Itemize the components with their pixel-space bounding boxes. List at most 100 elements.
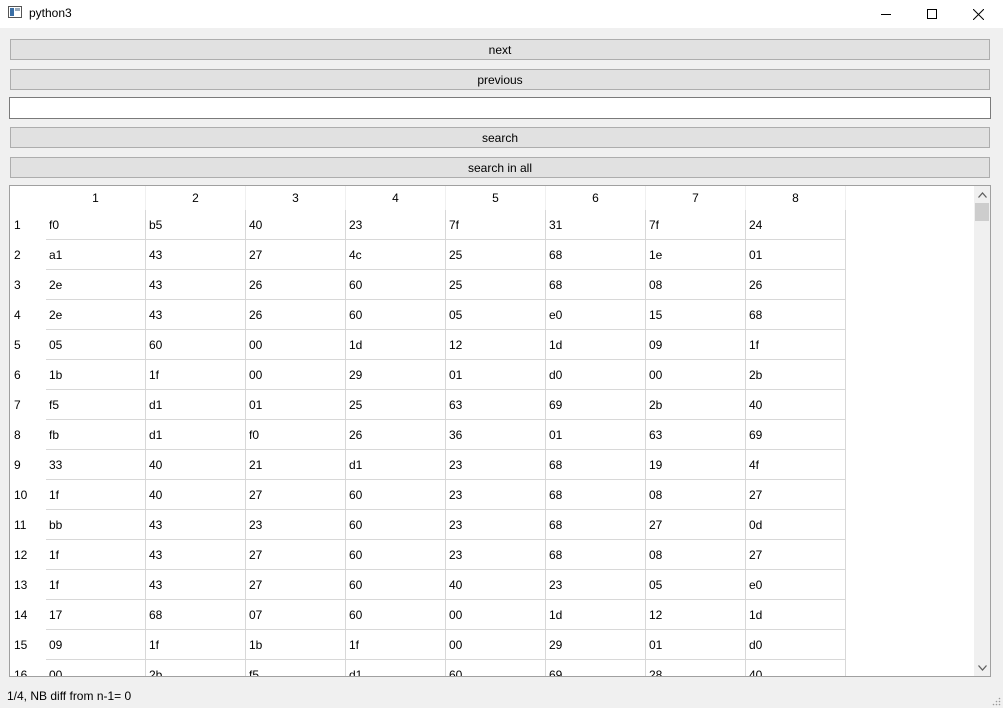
- table-cell[interactable]: 00: [246, 360, 346, 390]
- table-cell[interactable]: 40: [446, 570, 546, 600]
- table-cell[interactable]: 17: [46, 600, 146, 630]
- table-cell[interactable]: 08: [646, 480, 746, 510]
- table-cell[interactable]: d1: [146, 420, 246, 450]
- table-cell[interactable]: 27: [746, 540, 846, 570]
- table-cell[interactable]: 40: [146, 450, 246, 480]
- row-header[interactable]: 2: [10, 240, 46, 270]
- table-cell[interactable]: 09: [646, 330, 746, 360]
- table-cell[interactable]: 69: [746, 420, 846, 450]
- table-cell[interactable]: 07: [246, 600, 346, 630]
- row-header[interactable]: 15: [10, 630, 46, 660]
- table-cell[interactable]: 28: [646, 660, 746, 676]
- table-cell[interactable]: 25: [446, 270, 546, 300]
- row-header[interactable]: 11: [10, 510, 46, 540]
- column-header[interactable]: 1: [46, 186, 146, 210]
- table-cell[interactable]: 23: [346, 210, 446, 240]
- table-cell[interactable]: 68: [546, 450, 646, 480]
- title-bar[interactable]: python3: [0, 0, 1003, 28]
- search-in-all-button[interactable]: search in all: [10, 157, 990, 178]
- table-cell[interactable]: 43: [146, 570, 246, 600]
- row-header[interactable]: 8: [10, 420, 46, 450]
- row-header[interactable]: 9: [10, 450, 46, 480]
- table-cell[interactable]: 29: [546, 630, 646, 660]
- table-cell[interactable]: 19: [646, 450, 746, 480]
- table-cell[interactable]: 23: [546, 570, 646, 600]
- table-cell[interactable]: f0: [46, 210, 146, 240]
- table-cell[interactable]: 0d: [746, 510, 846, 540]
- table-cell[interactable]: 01: [246, 390, 346, 420]
- table-cell[interactable]: bb: [46, 510, 146, 540]
- table-cell[interactable]: f0: [246, 420, 346, 450]
- table-cell[interactable]: 2b: [146, 660, 246, 676]
- table-cell[interactable]: 23: [246, 510, 346, 540]
- table-cell[interactable]: 68: [546, 480, 646, 510]
- table-cell[interactable]: 31: [546, 210, 646, 240]
- maximize-button[interactable]: [909, 0, 955, 28]
- row-header[interactable]: 14: [10, 600, 46, 630]
- close-button[interactable]: [955, 0, 1001, 28]
- column-header[interactable]: 6: [546, 186, 646, 210]
- table-cell[interactable]: 09: [46, 630, 146, 660]
- column-header[interactable]: 4: [346, 186, 446, 210]
- table-cell[interactable]: 01: [546, 420, 646, 450]
- table-cell[interactable]: 43: [146, 540, 246, 570]
- table-cell[interactable]: 40: [746, 660, 846, 676]
- minimize-button[interactable]: [863, 0, 909, 28]
- table-cell[interactable]: e0: [546, 300, 646, 330]
- table-cell[interactable]: 68: [546, 510, 646, 540]
- table-cell[interactable]: 60: [346, 270, 446, 300]
- table-cell[interactable]: 60: [346, 300, 446, 330]
- table-cell[interactable]: 01: [646, 630, 746, 660]
- hex-table[interactable]: 1 2 3 4 5 6 7 8 1 f0 b5 40 23 7f 31 7f 24 2 a1 43 27 4c 25 68 1e…: [9, 185, 991, 677]
- table-cell[interactable]: 27: [746, 480, 846, 510]
- table-cell[interactable]: 01: [746, 240, 846, 270]
- table-cell[interactable]: 60: [446, 660, 546, 676]
- table-cell[interactable]: 40: [146, 480, 246, 510]
- table-cell[interactable]: 1d: [746, 600, 846, 630]
- table-cell[interactable]: 27: [246, 480, 346, 510]
- row-header[interactable]: 16: [10, 660, 46, 676]
- table-cell[interactable]: 1b: [246, 630, 346, 660]
- table-cell[interactable]: 27: [646, 510, 746, 540]
- table-cell[interactable]: 12: [446, 330, 546, 360]
- table-cell[interactable]: 21: [246, 450, 346, 480]
- table-cell[interactable]: 26: [246, 300, 346, 330]
- table-cell[interactable]: 2e: [46, 270, 146, 300]
- table-cell[interactable]: 1d: [546, 600, 646, 630]
- row-header[interactable]: 4: [10, 300, 46, 330]
- table-cell[interactable]: 26: [746, 270, 846, 300]
- table-cell[interactable]: 40: [246, 210, 346, 240]
- table-cell[interactable]: 05: [646, 570, 746, 600]
- table-cell[interactable]: 69: [546, 660, 646, 676]
- table-cell[interactable]: 43: [146, 240, 246, 270]
- table-cell[interactable]: 25: [446, 240, 546, 270]
- column-header[interactable]: 2: [146, 186, 246, 210]
- scroll-down-button[interactable]: [974, 659, 990, 676]
- table-cell[interactable]: d0: [746, 630, 846, 660]
- search-button[interactable]: search: [10, 127, 990, 148]
- table-cell[interactable]: 08: [646, 540, 746, 570]
- table-cell[interactable]: d0: [546, 360, 646, 390]
- table-cell[interactable]: d1: [146, 390, 246, 420]
- table-cell[interactable]: 26: [346, 420, 446, 450]
- table-cell[interactable]: 60: [346, 570, 446, 600]
- table-cell[interactable]: 60: [346, 480, 446, 510]
- size-grip-icon[interactable]: [991, 696, 1001, 706]
- table-cell[interactable]: f5: [46, 390, 146, 420]
- table-cell[interactable]: 24: [746, 210, 846, 240]
- table-cell[interactable]: b5: [146, 210, 246, 240]
- table-cell[interactable]: 1f: [146, 630, 246, 660]
- table-cell[interactable]: 1f: [46, 480, 146, 510]
- table-cell[interactable]: fb: [46, 420, 146, 450]
- table-cell[interactable]: f5: [246, 660, 346, 676]
- column-header[interactable]: 7: [646, 186, 746, 210]
- table-cell[interactable]: 1b: [46, 360, 146, 390]
- row-header[interactable]: 13: [10, 570, 46, 600]
- table-cell[interactable]: 15: [646, 300, 746, 330]
- row-header[interactable]: 12: [10, 540, 46, 570]
- table-cell[interactable]: 23: [446, 450, 546, 480]
- table-cell[interactable]: a1: [46, 240, 146, 270]
- table-cell[interactable]: 1d: [546, 330, 646, 360]
- row-header[interactable]: 7: [10, 390, 46, 420]
- table-cell[interactable]: 68: [746, 300, 846, 330]
